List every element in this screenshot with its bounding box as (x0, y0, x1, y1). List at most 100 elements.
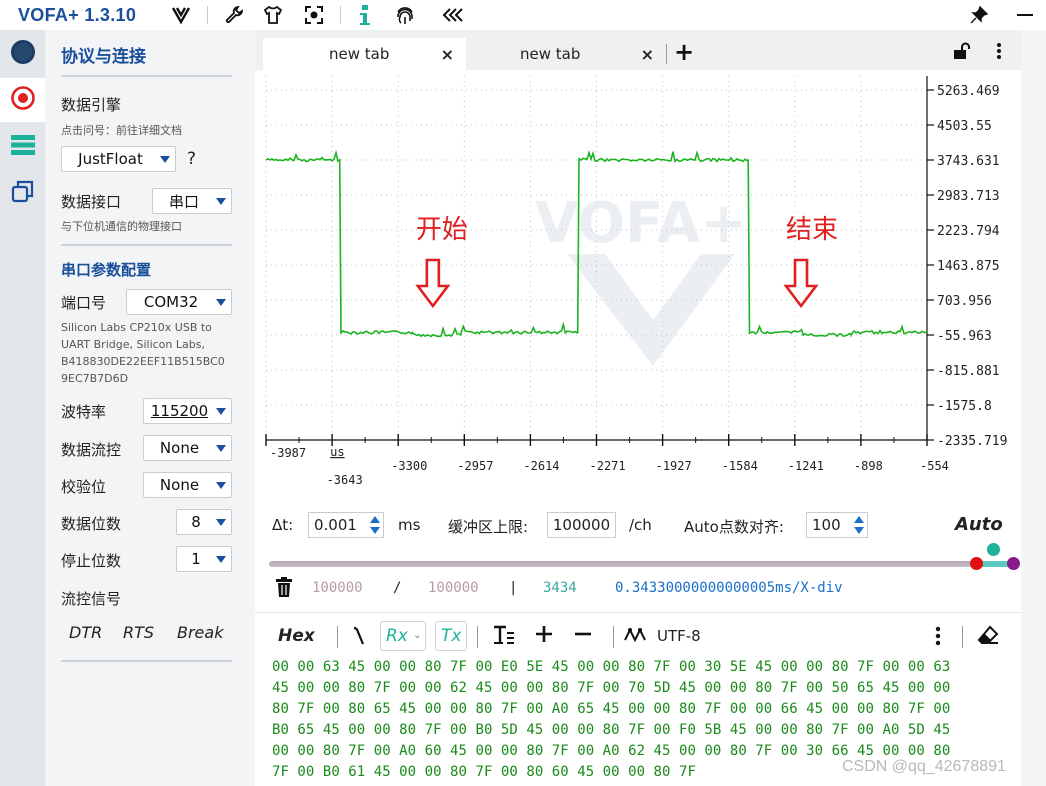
more-vertical-icon[interactable] (996, 42, 1002, 64)
chart-svg: VOFA+ 5263.469 4503.55 3743.631 2983.713 222… (265, 76, 1007, 487)
more-vertical-icon[interactable] (935, 626, 941, 650)
info-icon[interactable] (354, 4, 376, 26)
tab-1[interactable]: new tab × (263, 38, 466, 70)
slider-handle-left[interactable] (970, 557, 983, 570)
stopbits-value: 1 (191, 550, 201, 568)
watermark-v-mark (567, 254, 735, 366)
shirt-icon[interactable] (262, 4, 284, 26)
break-button[interactable]: Break (177, 623, 223, 642)
dt-unit: ms (398, 516, 421, 534)
plus-icon[interactable] (535, 625, 553, 647)
rx-toggle[interactable]: Rx ⌄ (380, 621, 426, 651)
pin-icon[interactable] (968, 4, 990, 26)
chevron-down-icon (216, 556, 226, 563)
baud-dropdown[interactable]: 115200 (143, 398, 232, 424)
close-icon[interactable]: × (441, 45, 454, 64)
dt-spinbox[interactable]: 0.001 (308, 512, 384, 538)
toolbar-divider (613, 626, 614, 648)
tab-divider (666, 44, 667, 64)
y-tick-label: -2335.719 (937, 434, 1007, 449)
list-icon (10, 134, 35, 160)
connection-status-icon (10, 39, 36, 69)
stopbits-dropdown[interactable]: 1 (176, 546, 232, 572)
autopts-label: Auto点数对齐: (684, 518, 784, 536)
collapse-icon[interactable] (442, 4, 464, 26)
nav-windows[interactable] (0, 171, 45, 215)
auto-button[interactable]: Auto (955, 514, 1003, 535)
dt-value: 0.001 (314, 516, 357, 534)
x-tick-label: -554 (920, 459, 949, 473)
waveform-icon[interactable] (624, 626, 646, 648)
dtr-button[interactable]: DTR (69, 623, 102, 642)
flow-label: 数据流控 (61, 441, 122, 459)
hex-line: B0 65 45 00 00 80 7F 00 B0 5D 45 00 00 8… (272, 722, 951, 738)
waveform-chart[interactable]: VOFA+ 5263.469 4503.55 3743.631 2983.713 222… (255, 70, 1021, 502)
minimize-icon[interactable] (1014, 4, 1036, 26)
unlock-icon[interactable] (953, 42, 971, 64)
port-desc-line: 9EC7B7D6D (61, 372, 129, 385)
rts-button[interactable]: RTS (123, 623, 154, 642)
port-dropdown[interactable]: COM32 (126, 289, 232, 315)
fingerprint-icon[interactable] (394, 4, 416, 26)
interface-dropdown[interactable]: 串口 (152, 188, 232, 214)
buffer-unit: /ch (629, 516, 652, 534)
receive-toolbar: Hex Rx ⌄ Tx UTF-8 (255, 612, 1021, 658)
tab-2[interactable]: new tab × (466, 38, 666, 70)
nav-protocol[interactable] (0, 78, 45, 122)
x-tick-label: -3300 (391, 459, 427, 473)
y-tick-label: 1463.875 (937, 259, 1000, 274)
x-tick-label: -2271 (590, 459, 626, 473)
engine-help-button[interactable]: ? (187, 149, 196, 169)
slider-handle-center[interactable] (987, 543, 1000, 556)
trash-icon[interactable] (275, 577, 293, 601)
x-tick-label: -1241 (788, 459, 824, 473)
parity-label: 校验位 (61, 478, 107, 496)
hex-toggle[interactable]: Hex (278, 626, 315, 646)
divider (61, 244, 232, 246)
autopts-value: 100 (812, 516, 841, 534)
nav-commands[interactable] (0, 125, 45, 169)
autopts-spinbox[interactable]: 100 (806, 512, 868, 538)
spin-arrows-icon[interactable] (370, 515, 380, 535)
engine-dropdown[interactable]: JustFloat (61, 146, 176, 172)
minus-icon[interactable] (574, 625, 592, 647)
x-tick-label: -3987 (270, 446, 306, 460)
stat-bar: | (509, 580, 518, 596)
dt-label: Δt: (272, 516, 294, 534)
chevron-down-icon (216, 408, 226, 415)
wrench-icon[interactable] (223, 4, 245, 26)
close-icon[interactable]: × (641, 45, 654, 64)
toolbar-divider (340, 6, 341, 24)
encoding-select[interactable]: UTF-8 (657, 627, 701, 645)
flow-dropdown[interactable]: None (143, 435, 232, 461)
stat-xdiv: 0.34330000000000005ms/X-div (615, 580, 843, 596)
x-tick-label: -2614 (523, 459, 559, 473)
right-scroll-strip[interactable] (1021, 30, 1046, 786)
capture-icon[interactable] (303, 4, 325, 26)
toolbar-divider (477, 626, 478, 648)
range-slider-track[interactable] (269, 561, 1014, 567)
chevron-down-icon (160, 156, 170, 163)
nav-connect[interactable] (0, 32, 45, 76)
slider-handle-right[interactable] (1007, 557, 1020, 570)
parity-dropdown[interactable]: None (143, 472, 232, 498)
y-tick-label: -55.963 (937, 329, 992, 344)
down-arrow-icon (783, 258, 819, 309)
cursor-mode-icon[interactable] (352, 626, 366, 650)
rx-label: Rx (386, 626, 408, 646)
y-tick-label: 2223.794 (937, 224, 1000, 239)
buffer-input[interactable]: 100000 (547, 512, 616, 538)
y-tick-label: 3743.631 (937, 154, 1000, 169)
spin-arrows-icon[interactable] (854, 515, 864, 535)
tx-toggle[interactable]: Tx (435, 621, 467, 651)
tab-label: new tab (329, 45, 390, 63)
chevron-down-icon (216, 198, 226, 205)
baud-label: 波特率 (61, 403, 107, 421)
text-format-icon[interactable] (493, 625, 515, 649)
port-description: Silicon Labs CP210x USB to UART Bridge, … (61, 319, 225, 387)
eraser-icon[interactable] (977, 625, 999, 649)
vofa-logo-icon[interactable] (170, 4, 192, 26)
add-tab-button[interactable]: + (674, 38, 694, 66)
flow-signals-label: 流控信号 (61, 590, 122, 608)
databits-dropdown[interactable]: 8 (176, 509, 232, 535)
